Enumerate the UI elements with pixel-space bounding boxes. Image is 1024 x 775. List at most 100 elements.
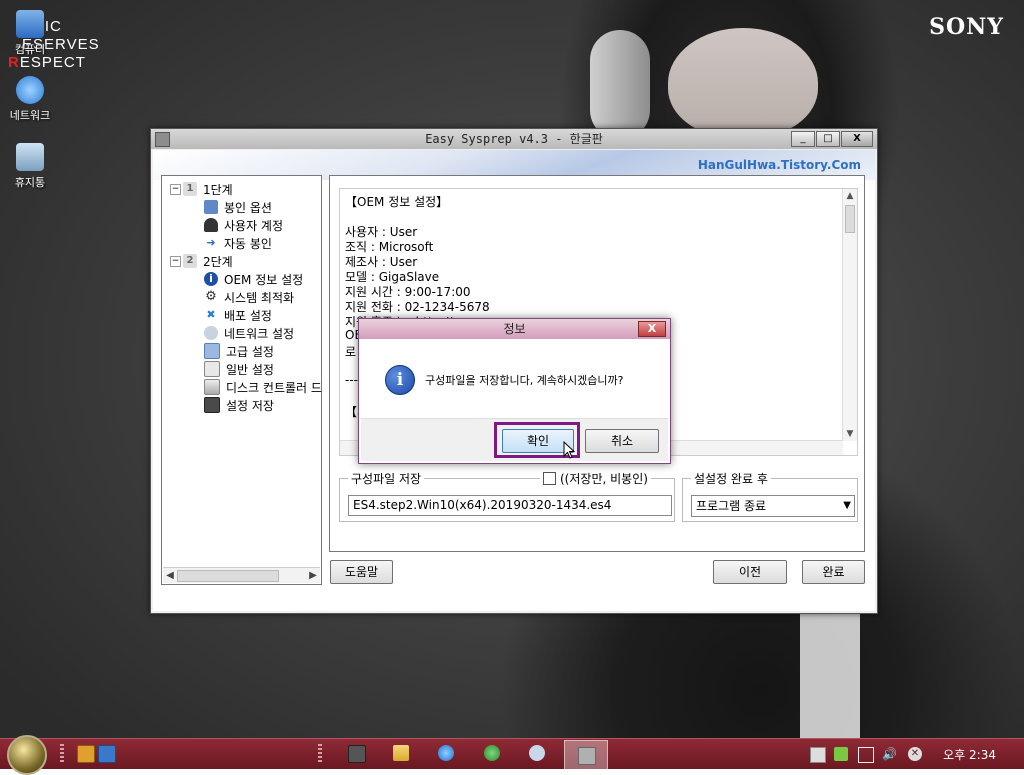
tools-icon: ✖ <box>206 308 216 321</box>
quicklaunch-app-icon[interactable] <box>77 745 95 763</box>
step-tree: − 1 1단계 봉인 옵션 사용자 계정 ➜ 자동 봉인 − 2 2단계 i O… <box>161 175 322 585</box>
tree-item-auto-seal[interactable]: ➜ 자동 봉인 <box>204 234 272 252</box>
tree-item-deploy[interactable]: ✖ 배포 설정 <box>204 306 272 324</box>
tree-item-network[interactable]: 네트워크 설정 <box>204 324 294 342</box>
text-vertical-scrollbar[interactable]: ▲ ▼ <box>842 189 857 441</box>
tree-node-step2[interactable]: − 2 2단계 <box>170 252 233 270</box>
tree-item-label: 봉인 옵션 <box>224 200 272 215</box>
collapse-icon[interactable]: − <box>170 255 181 267</box>
gear-icon: ⚙ <box>205 289 217 304</box>
scroll-down-icon[interactable]: ▼ <box>843 429 857 439</box>
cancel-button[interactable]: 취소 <box>585 429 659 453</box>
info-icon: i <box>204 272 218 286</box>
internet-explorer-icon[interactable] <box>438 745 454 761</box>
tray-network-icon[interactable] <box>858 747 874 763</box>
search-tool-icon[interactable] <box>529 745 545 761</box>
previous-button[interactable]: 이전 <box>713 560 787 584</box>
tree-item-save-settings[interactable]: 설정 저장 <box>204 396 274 414</box>
explorer-folder-icon[interactable] <box>393 745 409 761</box>
tree-horizontal-scrollbar[interactable]: ◀ ▶ <box>163 567 320 583</box>
taskbar: 🔊 ✕ 오후 2:34 <box>0 735 1024 775</box>
arrow-right-icon: ➜ <box>206 236 216 249</box>
tree-item-label: 일반 설정 <box>226 362 274 377</box>
dialog-message: 구성파일을 저장합니다, 계속하시겠습니까? <box>425 374 624 387</box>
easy-sysprep-icon <box>578 747 596 765</box>
wallpaper-face <box>668 28 818 138</box>
tree-item-label: 시스템 최적화 <box>224 290 295 305</box>
tree-item-user-account[interactable]: 사용자 계정 <box>204 216 283 234</box>
tree-node-step1[interactable]: − 1 1단계 <box>170 180 233 198</box>
tree-item-general[interactable]: 일반 설정 <box>204 360 274 378</box>
info-dialog: 정보 X i 구성파일을 저장합니다, 계속하시겠습니까? 확인 취소 <box>358 318 671 464</box>
checkbox-box[interactable] <box>543 472 556 485</box>
taskbar-easy-sysprep[interactable] <box>564 740 608 770</box>
summary-line: 로 <box>345 345 357 359</box>
step-number: 2 <box>183 254 197 268</box>
monitor-icon <box>204 200 218 214</box>
tree-item-advanced[interactable]: 고급 설정 <box>204 342 274 360</box>
save-only-checkbox[interactable]: ((저장만, 비봉인) <box>540 470 651 487</box>
title-bar[interactable]: Easy Sysprep v4.3 - 한글판 _ □ X <box>151 129 877 149</box>
recycle-bin-icon <box>16 143 44 171</box>
tree-item-seal-options[interactable]: 봉인 옵션 <box>204 198 272 216</box>
tray-volume-icon[interactable]: 🔊 <box>882 747 897 761</box>
tree-item-label: OEM 정보 설정 <box>224 272 304 287</box>
finish-button[interactable]: 완료 <box>802 560 865 584</box>
tree-item-label: 고급 설정 <box>226 344 274 359</box>
desktop-icon-recycle-bin[interactable]: 휴지통 <box>0 143 60 190</box>
tray-security-icon[interactable] <box>834 747 848 761</box>
dialog-close-button[interactable]: X <box>638 321 666 337</box>
chevron-down-icon[interactable]: ▼ <box>843 496 851 516</box>
save-config-group: 구성파일 저장 ((저장만, 비봉인) ES4.step2.Win10(x64)… <box>339 470 675 522</box>
scroll-right-icon[interactable]: ▶ <box>306 568 320 583</box>
summary-line: 【OEM 정보 설정】 <box>345 195 449 209</box>
scroll-up-icon[interactable]: ▲ <box>843 191 857 201</box>
collapse-icon[interactable]: − <box>170 183 181 195</box>
wallpaper-collar <box>800 600 860 738</box>
minimize-button[interactable]: _ <box>791 131 815 147</box>
tree-item-disk-controller[interactable]: 디스크 컨트롤러 드 <box>204 378 322 396</box>
dialog-body: i 구성파일을 저장합니다, 계속하시겠습니까? <box>361 339 668 419</box>
taskbar-clock[interactable]: 오후 2:34 <box>943 746 996 763</box>
tree-item-label: 네트워크 설정 <box>224 326 295 341</box>
window-title: Easy Sysprep v4.3 - 한글판 <box>425 132 603 146</box>
summary-line: --- <box>345 373 358 387</box>
banner-link[interactable]: HanGulHwa.Tistory.Com <box>698 158 861 172</box>
tree-item-label: 배포 설정 <box>224 308 272 323</box>
network-tool-icon[interactable] <box>484 745 500 761</box>
tree-node-label: 1단계 <box>203 182 233 197</box>
taskbar-app-icon[interactable] <box>348 745 366 763</box>
scroll-thumb[interactable] <box>845 205 855 233</box>
window-icon <box>204 343 220 359</box>
tree-item-system-optimize[interactable]: ⚙ 시스템 최적화 <box>204 288 294 306</box>
tray-app-icon[interactable] <box>810 747 826 763</box>
tray-close-circle-icon[interactable]: ✕ <box>908 747 922 761</box>
tree-item-oem-info[interactable]: i OEM 정보 설정 <box>204 270 303 288</box>
close-button[interactable]: X <box>841 131 873 147</box>
desktop-icon-network[interactable]: 네트워크 <box>0 76 60 123</box>
wallpaper-headphone <box>590 30 650 140</box>
cloud-icon <box>204 326 218 340</box>
taskbar-grip[interactable] <box>318 744 322 764</box>
tree-item-label: 사용자 계정 <box>224 218 284 233</box>
app-icon <box>155 132 170 147</box>
after-complete-select[interactable]: 프로그램 종료 ▼ <box>691 495 855 517</box>
step-number: 1 <box>183 182 197 196</box>
network-icon <box>16 76 44 104</box>
disk-icon <box>204 379 220 395</box>
maximize-button[interactable]: □ <box>816 131 840 147</box>
dialog-title[interactable]: 정보 <box>359 319 670 339</box>
taskbar-grip[interactable] <box>60 744 64 764</box>
desktop-icon-label: 휴지통 <box>14 176 46 189</box>
scroll-thumb[interactable] <box>177 570 279 582</box>
start-button[interactable] <box>7 735 47 775</box>
scroll-left-icon[interactable]: ◀ <box>163 568 177 583</box>
desktop-icon-computer[interactable]: 컴퓨터 <box>0 10 60 57</box>
quicklaunch-window-icon[interactable] <box>98 745 116 763</box>
config-file-name-input[interactable]: ES4.step2.Win10(x64).20190320-1434.es4 <box>348 495 672 516</box>
computer-icon <box>16 10 44 38</box>
brand-logo: SONY <box>929 14 1004 40</box>
save-config-label: 구성파일 저장 <box>348 470 425 487</box>
info-icon: i <box>385 365 415 395</box>
help-button[interactable]: 도움말 <box>330 560 393 584</box>
